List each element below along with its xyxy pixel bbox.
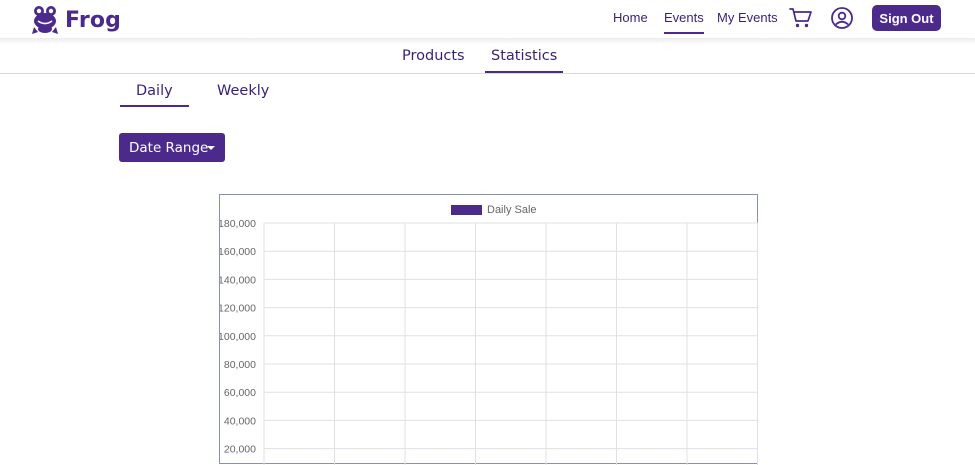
y-tick-label: 120,000	[220, 303, 256, 315]
tab-products[interactable]: Products	[402, 48, 465, 64]
y-tick-label: 180,000	[220, 218, 256, 230]
y-tick-label: 60,000	[224, 387, 256, 399]
brand-name: Frog	[65, 7, 122, 33]
tab-statistics[interactable]: Statistics	[484, 48, 564, 73]
tab-weekly[interactable]: Weekly	[217, 83, 269, 99]
nav-events-link[interactable]: Events	[664, 10, 704, 34]
y-tick-label: 160,000	[220, 246, 256, 258]
date-range-label: Date Range	[129, 139, 209, 156]
nav-my-events-link[interactable]: My Events	[717, 10, 778, 25]
legend-label: Daily Sale	[487, 204, 537, 216]
chart-canvas: Daily Sale 20,000 40,000 60,000 80,000 100,00…	[220, 204, 758, 465]
legend-swatch	[451, 205, 482, 215]
cart-icon[interactable]	[789, 6, 813, 30]
y-tick-label: 20,000	[224, 444, 256, 456]
date-range-dropdown[interactable]: Date Range	[119, 133, 225, 162]
subnav-shadow	[0, 38, 975, 44]
y-tick-label: 140,000	[220, 274, 256, 286]
tab-daily[interactable]: Daily	[120, 83, 189, 107]
daily-sale-chart: Daily Sale 20,000 40,000 60,000 80,000 100,00…	[219, 194, 758, 465]
sign-out-button[interactable]: Sign Out	[872, 5, 941, 31]
y-tick-label: 40,000	[224, 415, 256, 427]
user-circle-icon[interactable]	[830, 6, 854, 30]
y-tick-label: 100,000	[220, 331, 256, 343]
top-navbar: Frog Home Events My Events Sign Out	[0, 0, 975, 38]
caret-down-icon	[207, 146, 215, 150]
frog-logo-icon	[32, 6, 58, 34]
subnav-divider	[0, 73, 975, 74]
brand-logo[interactable]: Frog	[31, 4, 121, 36]
nav-home-link[interactable]: Home	[613, 10, 648, 25]
y-tick-label: 80,000	[224, 359, 256, 371]
